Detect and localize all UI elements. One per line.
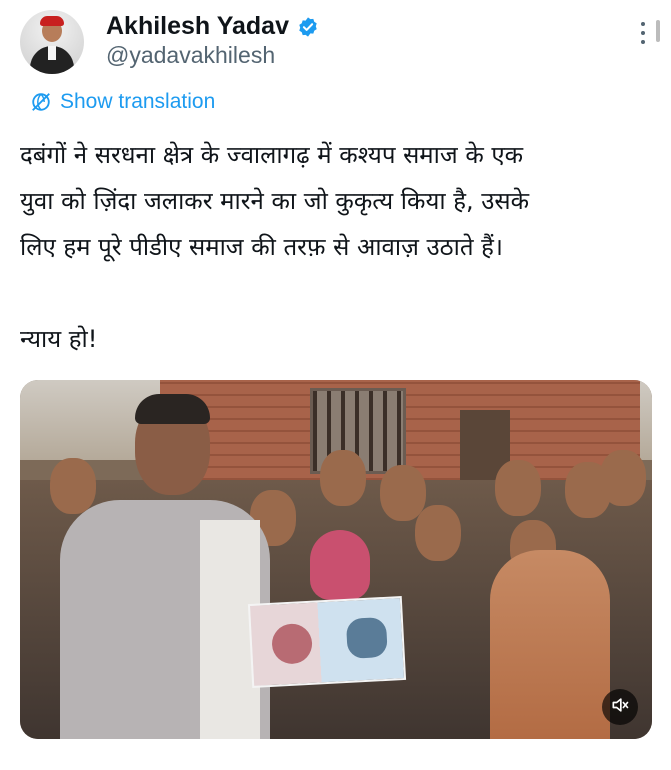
- verified-badge-icon: [297, 16, 319, 38]
- author-handle[interactable]: @yadavakhilesh: [106, 42, 275, 69]
- tweet-video[interactable]: [20, 380, 652, 739]
- tweet-header: Akhilesh Yadav @yadavakhilesh: [20, 10, 660, 80]
- author-name-row[interactable]: Akhilesh Yadav: [106, 12, 319, 41]
- tweet-line-2: युवा को ज़िंदा जलाकर मारने का जो कुकृत्य…: [20, 187, 530, 215]
- show-translation-link[interactable]: Show translation: [30, 90, 215, 114]
- show-translation-label: Show translation: [60, 90, 216, 113]
- speaker-muted-icon: [610, 695, 630, 719]
- tweet-line-4: न्याय हो!: [20, 325, 98, 353]
- scrollbar-thumb[interactable]: [656, 20, 660, 42]
- vertical-ellipsis-icon[interactable]: [640, 22, 646, 48]
- woman-pink-shawl: [310, 530, 370, 600]
- author-display-name[interactable]: Akhilesh Yadav: [106, 12, 289, 41]
- tweet-line-3: लिए हम पूरे पीडीए समाज की तरफ़ से आवाज़ …: [20, 233, 503, 261]
- author-avatar[interactable]: [20, 10, 84, 74]
- globe-slash-icon: [30, 91, 52, 113]
- held-photographs: [247, 596, 407, 688]
- man-grey-jacket: [60, 500, 270, 739]
- tweet-body: दबंगों ने सरधना क्षेत्र के ज्वालागढ़ में…: [20, 132, 660, 362]
- mute-toggle-button[interactable]: [602, 689, 638, 725]
- tweet-line-1: दबंगों ने सरधना क्षेत्र के ज्वालागढ़ में…: [20, 141, 524, 169]
- woman-orange-shawl: [490, 550, 610, 739]
